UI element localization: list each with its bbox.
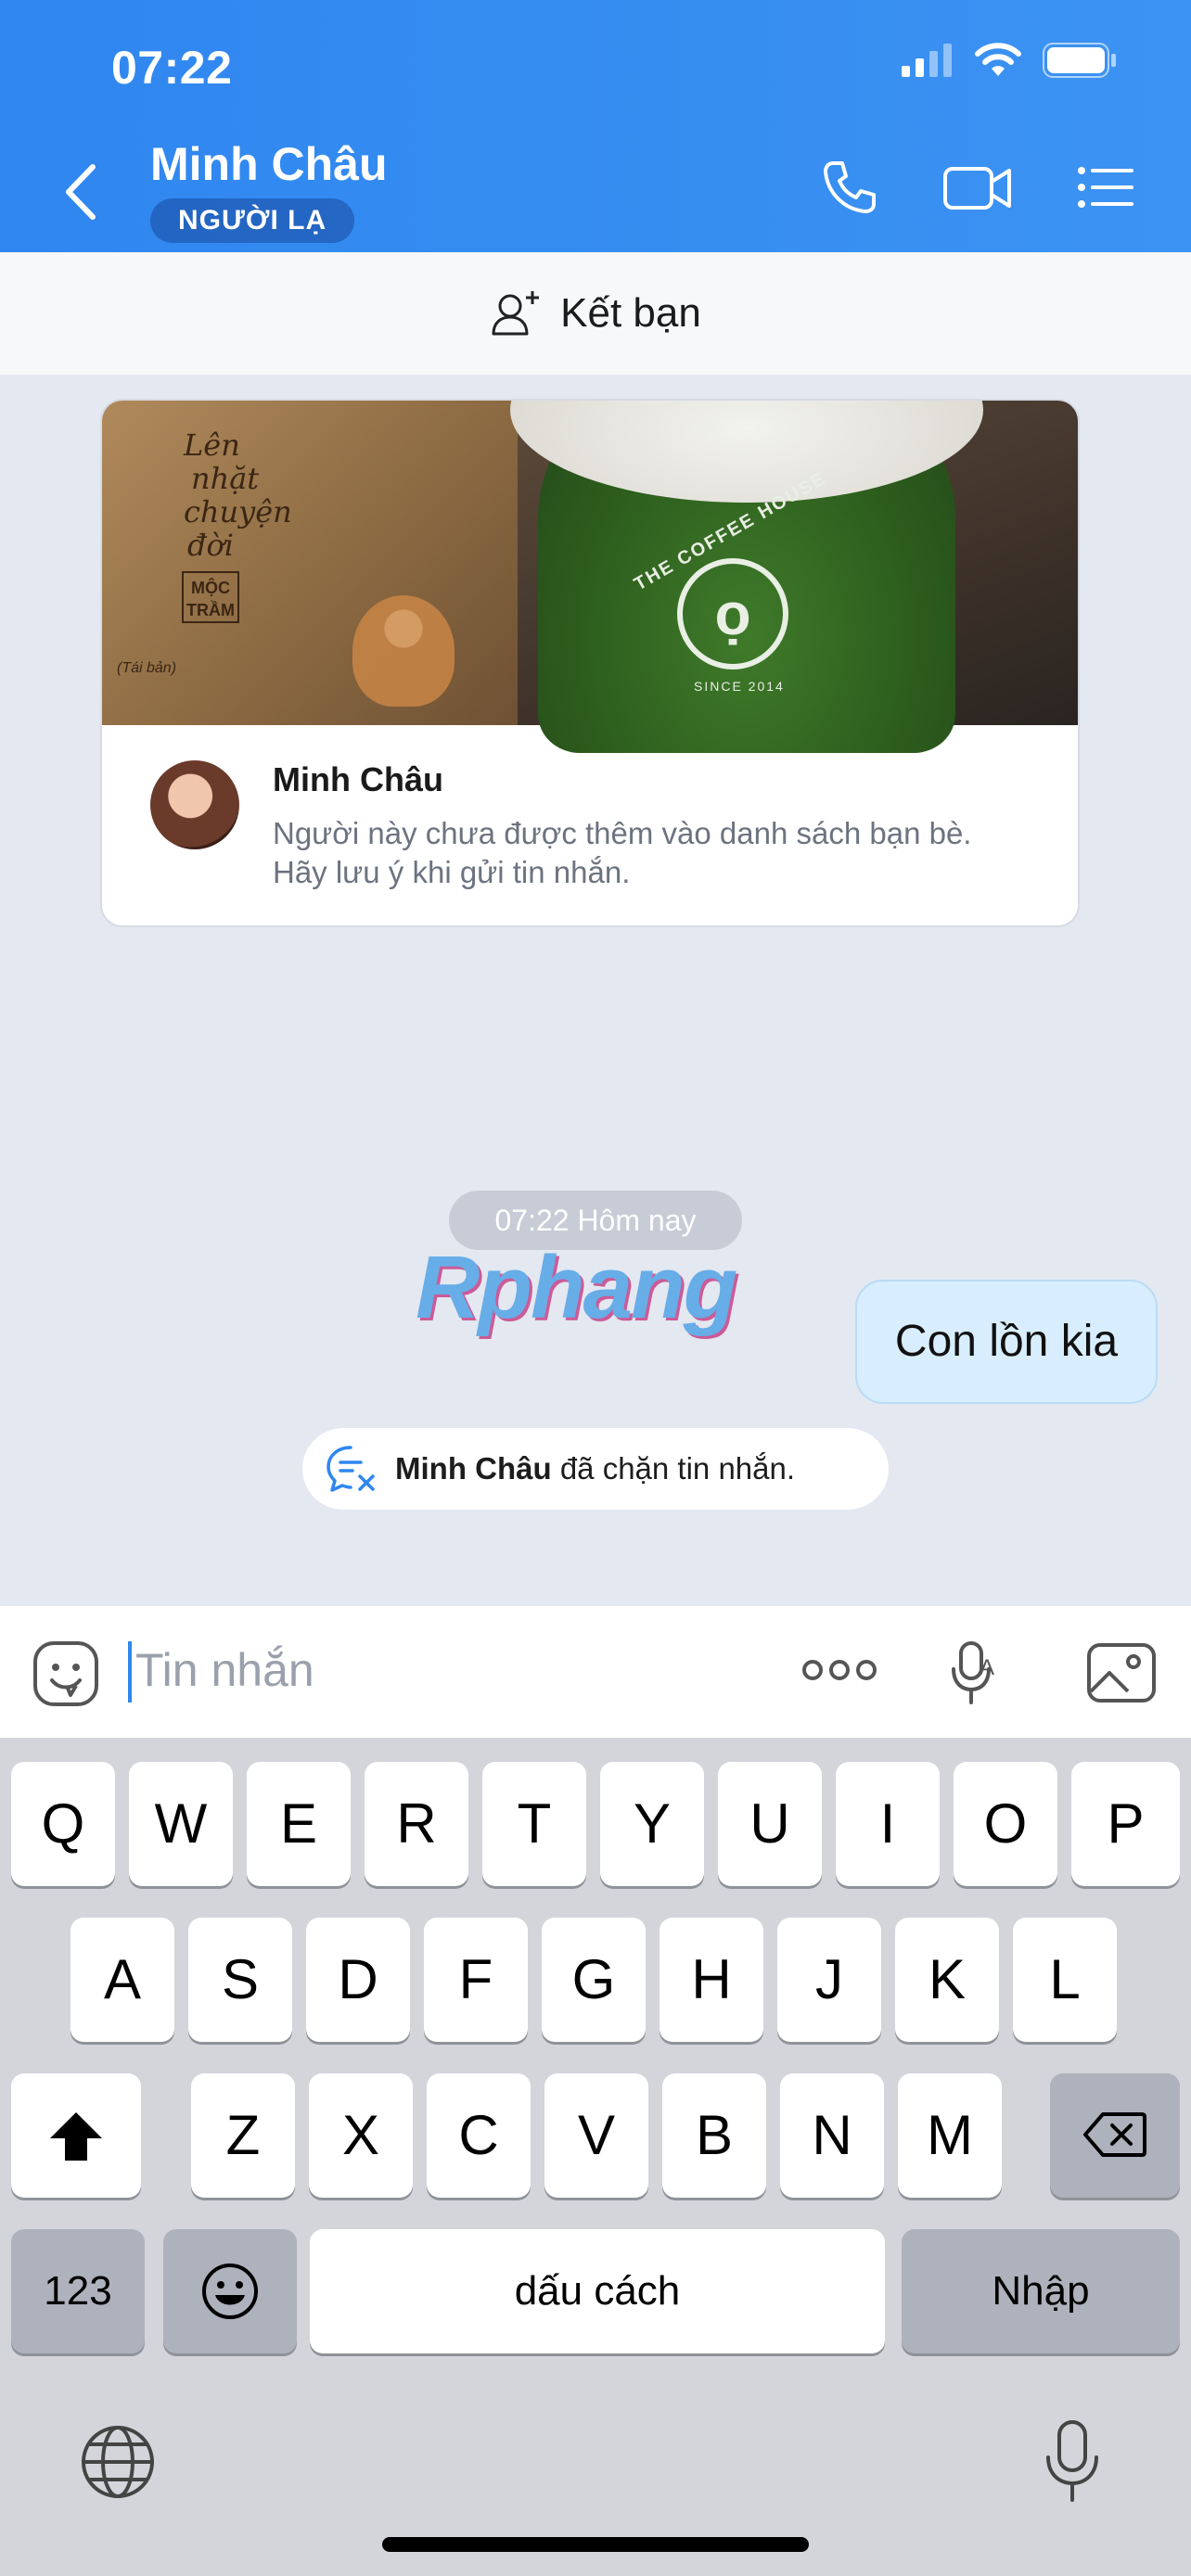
backspace-icon (1083, 2112, 1146, 2157)
key-s[interactable]: S (188, 1918, 292, 2042)
return-key[interactable]: Nhập (902, 2229, 1180, 2353)
profile-info: Minh Châu Người này chưa được thêm vào d… (102, 725, 1078, 925)
blocked-chat-icon (327, 1446, 375, 1492)
key-g[interactable]: G (542, 1918, 646, 2042)
key-t[interactable]: T (482, 1762, 586, 1886)
message-input[interactable]: Tin nhắn (135, 1643, 314, 1697)
keyboard: Q W E R T Y U I O P A S D F G H J K L Z … (0, 1738, 1191, 2576)
space-key[interactable]: dấu cách (310, 2229, 885, 2353)
key-e[interactable]: E (247, 1762, 351, 1886)
back-icon[interactable] (58, 159, 113, 224)
sent-message[interactable]: Con lồn kia (855, 1280, 1158, 1404)
shift-arrow-icon (50, 2112, 102, 2161)
key-j[interactable]: J (777, 1918, 881, 2042)
key-f[interactable]: F (424, 1918, 528, 2042)
key-c[interactable]: C (427, 2073, 531, 2198)
phone-icon[interactable] (820, 158, 879, 217)
book-title: Lên nhặt chuyện đời (184, 427, 292, 563)
emoji-icon (202, 2264, 258, 2319)
numbers-key[interactable]: 123 (11, 2229, 145, 2353)
key-p[interactable]: P (1071, 1762, 1180, 1886)
home-indicator[interactable] (382, 2537, 809, 2552)
book-image: Lên nhặt chuyện đời MỘC TRẦM (Tái bản) (102, 401, 518, 725)
key-h[interactable]: H (660, 1918, 763, 2042)
key-k[interactable]: K (895, 1918, 999, 2042)
status-icons (902, 43, 1117, 78)
voice-to-text-icon[interactable]: A (948, 1639, 1004, 1706)
stranger-badge: NGƯỜI LẠ (150, 198, 355, 243)
book-author: MỘC TRẦM (182, 571, 239, 623)
sticker-icon[interactable] (32, 1639, 100, 1708)
wifi-icon (975, 43, 1021, 76)
key-w[interactable]: W (129, 1762, 233, 1886)
dictation-mic-icon[interactable] (1043, 2418, 1102, 2504)
key-q[interactable]: Q (11, 1762, 115, 1886)
key-i[interactable]: I (836, 1762, 940, 1886)
key-a[interactable]: A (70, 1918, 174, 2042)
key-r[interactable]: R (365, 1762, 468, 1886)
profile-card[interactable]: Lên nhặt chuyện đời MỘC TRẦM (Tái bản) T… (102, 401, 1078, 925)
watermark: Rphang (416, 1238, 737, 1337)
shift-key[interactable] (11, 2073, 141, 2198)
text-caret (128, 1641, 132, 1702)
key-x[interactable]: X (309, 2073, 413, 2198)
add-friend-label: Kết bạn (560, 290, 701, 336)
add-user-icon (492, 291, 540, 336)
globe-icon[interactable] (80, 2424, 156, 2500)
signal-icon (902, 44, 952, 77)
cup-since: SINCE 2014 (694, 679, 785, 694)
key-b[interactable]: B (662, 2073, 766, 2198)
book-edition: (Tái bản) (117, 660, 177, 676)
status-time: 07:22 (111, 42, 233, 94)
blocked-text: Minh Châu đã chặn tin nhắn. (395, 1451, 796, 1486)
header: 07:22 Minh Châu NGƯỜI LẠ (0, 0, 1191, 252)
battery-icon (1043, 43, 1116, 78)
monk-illustration (352, 595, 455, 707)
add-friend-button[interactable]: Kết bạn (0, 252, 1191, 375)
key-u[interactable]: U (718, 1762, 822, 1886)
profile-name: Minh Châu (273, 760, 443, 798)
menu-icon[interactable] (1076, 158, 1135, 217)
blocked-notice: Minh Châu đã chặn tin nhắn. (302, 1428, 889, 1510)
image-icon[interactable] (1085, 1639, 1158, 1706)
key-n[interactable]: N (780, 2073, 884, 2198)
video-call-icon[interactable] (942, 158, 1013, 217)
key-y[interactable]: Y (600, 1762, 704, 1886)
cover-photo: Lên nhặt chuyện đời MỘC TRẦM (Tái bản) T… (102, 401, 1078, 753)
emoji-key[interactable] (163, 2229, 297, 2353)
svg-text:A: A (980, 1655, 994, 1680)
key-z[interactable]: Z (191, 2073, 295, 2198)
chat-title[interactable]: Minh Châu (150, 137, 388, 191)
key-v[interactable]: V (544, 2073, 648, 2198)
more-options-icon[interactable] (801, 1656, 877, 1684)
key-o[interactable]: O (954, 1762, 1057, 1886)
avatar[interactable] (150, 760, 239, 849)
key-l[interactable]: L (1013, 1918, 1117, 2042)
key-d[interactable]: D (306, 1918, 410, 2042)
backspace-key[interactable] (1050, 2073, 1180, 2198)
key-m[interactable]: M (898, 2073, 1002, 2198)
cup-logo: ọ (677, 558, 788, 670)
stranger-warning: Người này chưa được thêm vào danh sách b… (273, 816, 972, 889)
